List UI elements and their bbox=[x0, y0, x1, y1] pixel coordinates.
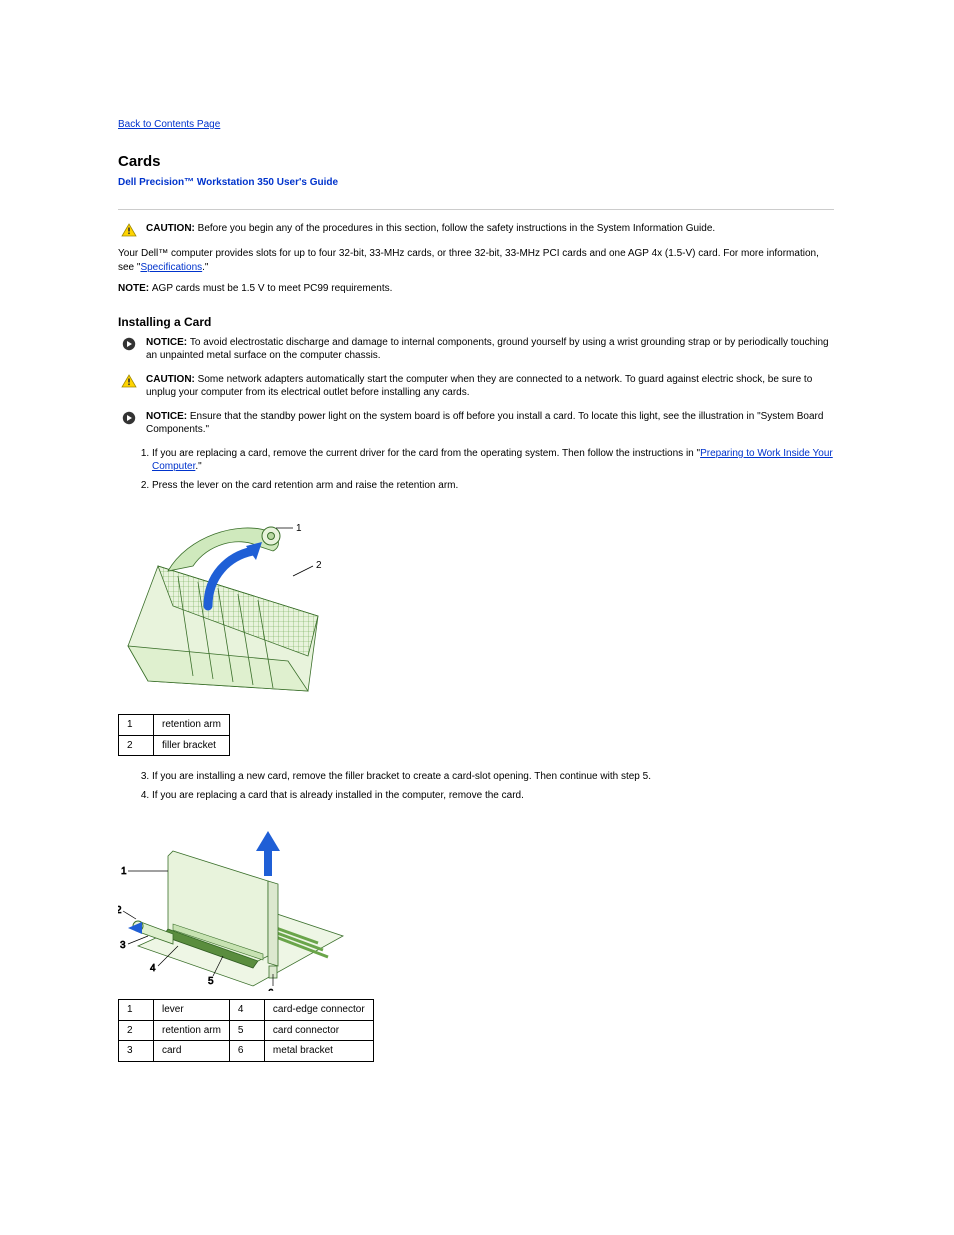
intro-text-b: ." bbox=[202, 262, 208, 273]
fig2-r3c2n: 6 bbox=[229, 1041, 264, 1062]
intro-paragraph: Your Dell™ computer provides slots for u… bbox=[118, 247, 834, 274]
fig1-r1-txt: retention arm bbox=[154, 715, 230, 736]
fig2-r3c1t: card bbox=[154, 1041, 230, 1062]
notice-callout-2: NOTICE: Ensure that the standby power li… bbox=[118, 410, 834, 437]
notice-1-text: NOTICE: To avoid electrostatic discharge… bbox=[140, 336, 834, 363]
fig2-r1c2t: card-edge connector bbox=[264, 1000, 373, 1021]
caution-callout-2: CAUTION: Some network adapters automatic… bbox=[118, 373, 834, 400]
caution-2-label: CAUTION: bbox=[146, 374, 198, 385]
step-1-b: ." bbox=[195, 461, 201, 472]
fig2-r3c2t: metal bracket bbox=[264, 1041, 373, 1062]
notice-callout-1: NOTICE: To avoid electrostatic discharge… bbox=[118, 336, 834, 363]
notice-2-text: NOTICE: Ensure that the standby power li… bbox=[140, 410, 834, 437]
notice-icon bbox=[118, 410, 140, 425]
notice-1-label: NOTICE: bbox=[146, 337, 190, 348]
fig2-r3c1n: 3 bbox=[119, 1041, 154, 1062]
caution-2-text: CAUTION: Some network adapters automatic… bbox=[140, 373, 834, 400]
table-row: 1 retention arm bbox=[119, 715, 230, 736]
caution-2-body: Some network adapters automatically star… bbox=[146, 374, 812, 399]
figure-card-removal: 1 2 3 4 5 6 bbox=[118, 816, 834, 991]
fig1-r2-num: 2 bbox=[119, 735, 154, 756]
steps-list: If you are replacing a card, remove the … bbox=[118, 447, 834, 493]
notice-2-label: NOTICE: bbox=[146, 411, 190, 422]
fig1-r2-txt: filler bracket bbox=[154, 735, 230, 756]
note-paragraph: NOTE: AGP cards must be 1.5 V to meet PC… bbox=[118, 282, 834, 296]
back-to-contents-link[interactable]: Back to Contents Page bbox=[118, 119, 220, 130]
fig2-r1c2n: 4 bbox=[229, 1000, 264, 1021]
svg-text:4: 4 bbox=[150, 963, 156, 974]
svg-text:2: 2 bbox=[118, 905, 122, 916]
svg-text:2: 2 bbox=[316, 560, 322, 571]
svg-text:3: 3 bbox=[120, 940, 126, 951]
fig2-r1c1n: 1 bbox=[119, 1000, 154, 1021]
steps-list-2: If you are installing a new card, remove… bbox=[118, 770, 834, 802]
fig2-r2c2t: card connector bbox=[264, 1020, 373, 1041]
caution-body: Before you begin any of the procedures i… bbox=[198, 223, 716, 234]
table-row: 1 lever 4 card-edge connector bbox=[119, 1000, 374, 1021]
svg-text:6: 6 bbox=[268, 988, 274, 991]
caution-callout: CAUTION: Before you begin any of the pro… bbox=[118, 222, 834, 237]
step-3: If you are installing a new card, remove… bbox=[152, 770, 834, 784]
figure-retention-arm: 1 2 bbox=[118, 506, 834, 706]
fig1-r1-num: 1 bbox=[119, 715, 154, 736]
caution-icon bbox=[118, 222, 140, 237]
caution-text: CAUTION: Before you begin any of the pro… bbox=[140, 222, 834, 236]
svg-text:1: 1 bbox=[121, 866, 127, 877]
page-title: Cards bbox=[118, 152, 834, 172]
note-text: AGP cards must be 1.5 V to meet PC99 req… bbox=[152, 283, 392, 294]
fig2-r2c2n: 5 bbox=[229, 1020, 264, 1041]
notice-2-body: Ensure that the standby power light on t… bbox=[146, 411, 823, 436]
table-row: 2 retention arm 5 card connector bbox=[119, 1020, 374, 1041]
table-row: 2 filler bracket bbox=[119, 735, 230, 756]
notice-icon bbox=[118, 336, 140, 351]
step-4: If you are replacing a card that is alre… bbox=[152, 789, 834, 803]
caution-icon bbox=[118, 373, 140, 388]
notice-1-body: To avoid electrostatic discharge and dam… bbox=[146, 337, 829, 362]
installing-card-heading: Installing a Card bbox=[118, 314, 834, 330]
fig2-r1c1t: lever bbox=[154, 1000, 230, 1021]
document-page: Back to Contents Page Cards Dell Precisi… bbox=[0, 0, 954, 1136]
step-1-a: If you are replacing a card, remove the … bbox=[152, 448, 700, 459]
svg-text:1: 1 bbox=[296, 523, 302, 534]
step-1: If you are replacing a card, remove the … bbox=[152, 447, 834, 474]
step-2: Press the lever on the card retention ar… bbox=[152, 479, 834, 493]
specifications-link[interactable]: Specifications bbox=[140, 262, 202, 273]
users-guide-link[interactable]: Dell Precision™ Workstation 350 User's G… bbox=[118, 177, 338, 188]
table-row: 3 card 6 metal bracket bbox=[119, 1041, 374, 1062]
fig2-r2c1n: 2 bbox=[119, 1020, 154, 1041]
figure-1-table: 1 retention arm 2 filler bracket bbox=[118, 714, 230, 756]
figure-2-table: 1 lever 4 card-edge connector 2 retentio… bbox=[118, 999, 374, 1062]
svg-text:5: 5 bbox=[208, 976, 214, 987]
caution-label: CAUTION: bbox=[146, 223, 198, 234]
fig2-r2c1t: retention arm bbox=[154, 1020, 230, 1041]
note-label: NOTE: bbox=[118, 283, 152, 294]
divider bbox=[118, 209, 834, 210]
intro-text-a: Your Dell™ computer provides slots for u… bbox=[118, 248, 819, 273]
